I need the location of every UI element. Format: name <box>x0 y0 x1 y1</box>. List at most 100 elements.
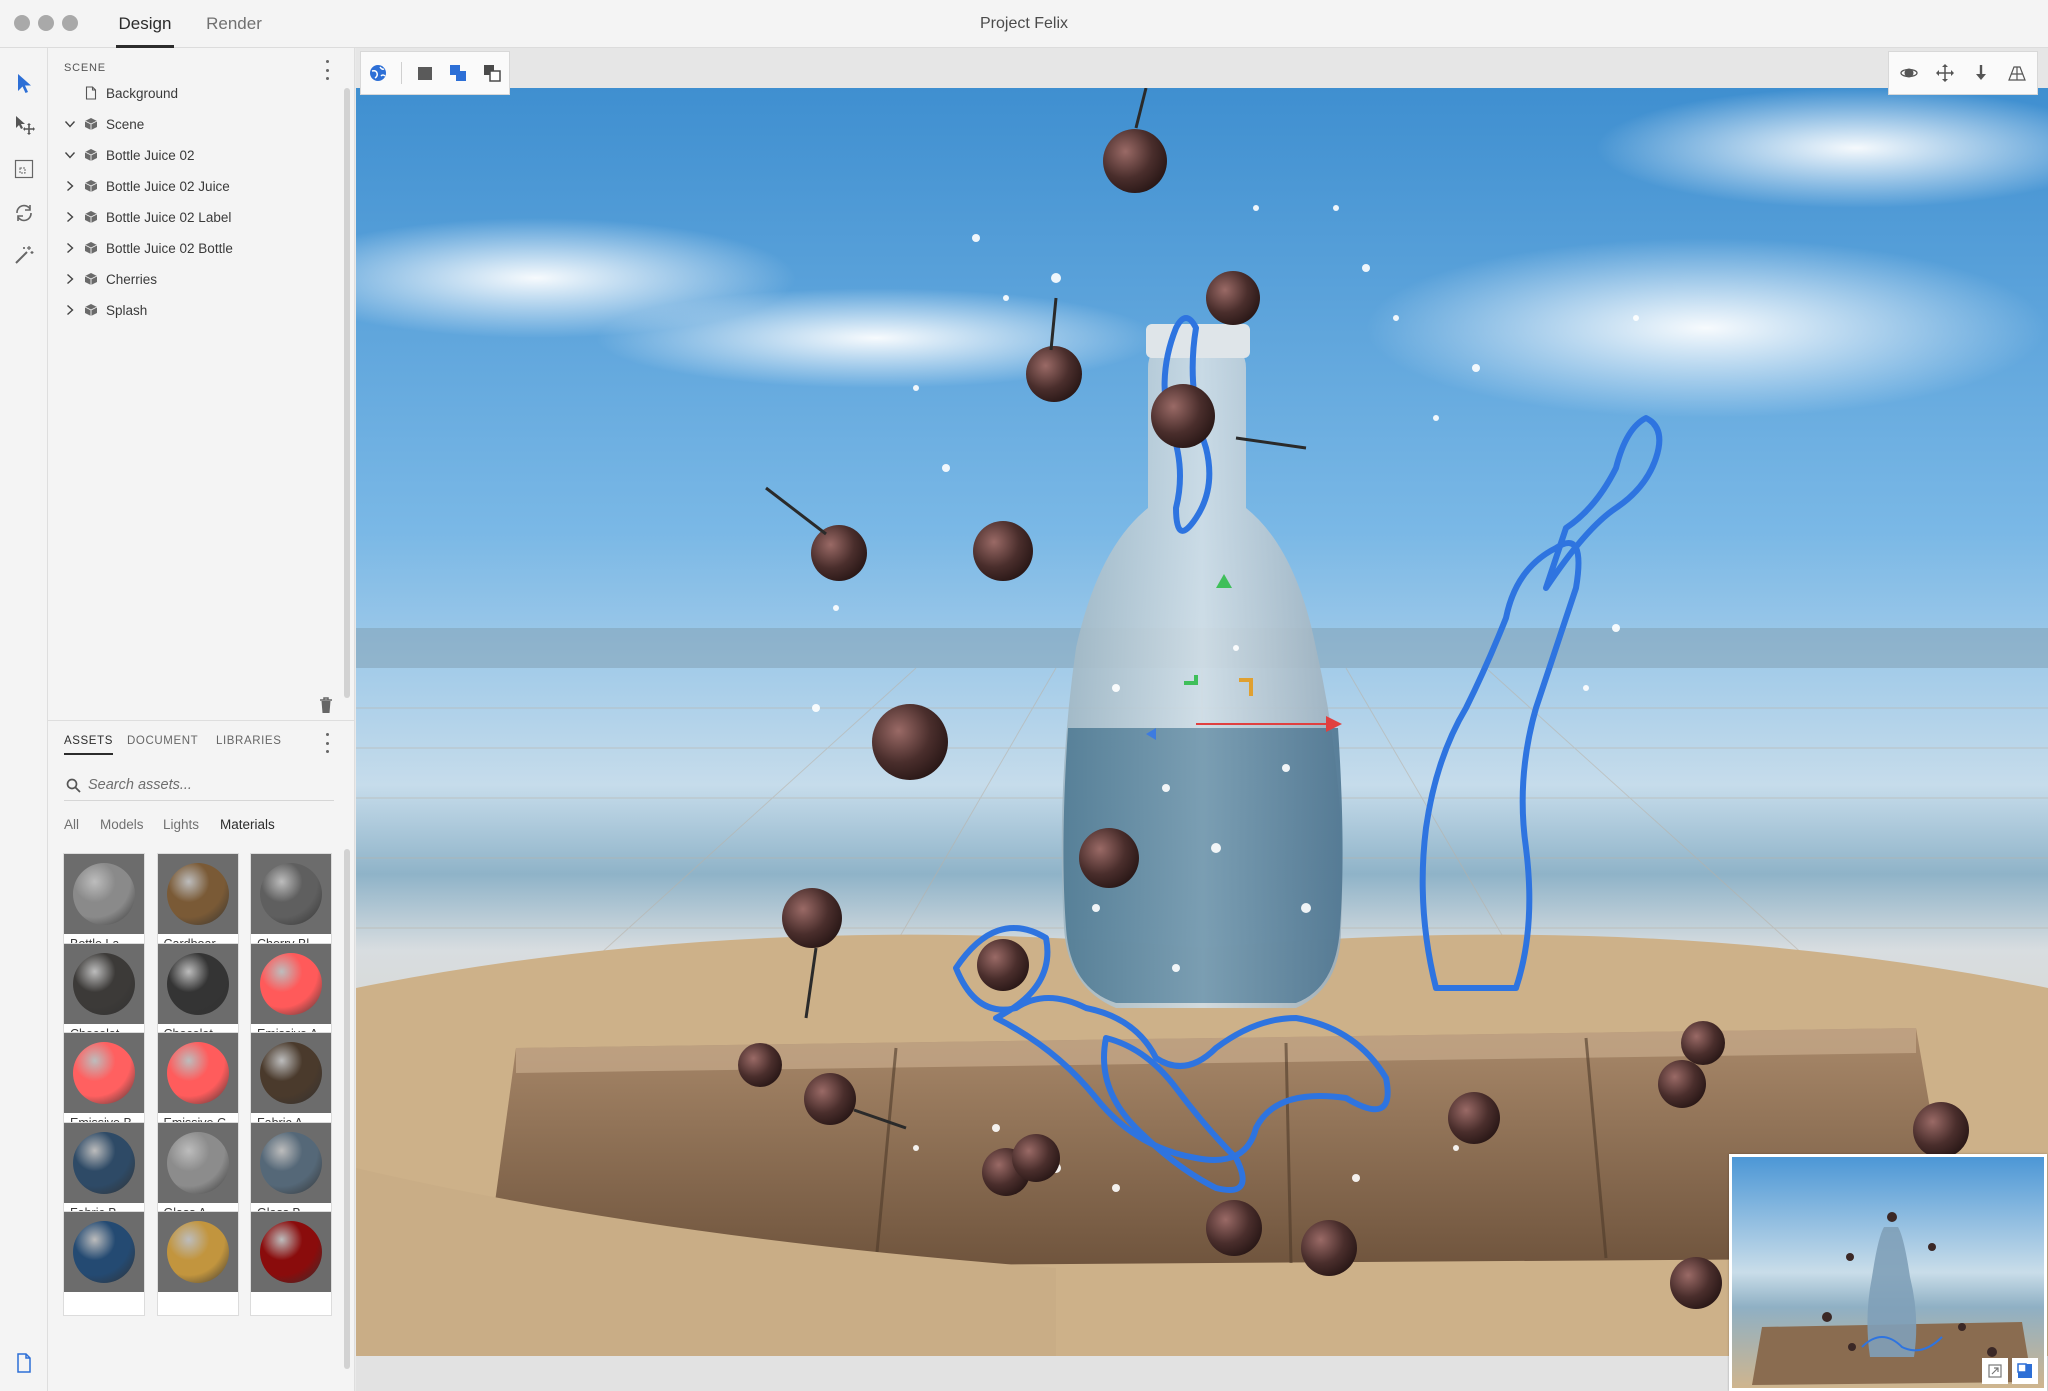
document-button[interactable] <box>9 1348 39 1378</box>
scene-item-label: Splash <box>106 302 148 318</box>
scene-item[interactable]: Scene <box>48 109 338 139</box>
scene-item[interactable]: Bottle Juice 02 Juice <box>48 171 338 201</box>
material-sphere <box>73 1221 135 1283</box>
material-swatch[interactable] <box>63 1211 145 1316</box>
scene-item-label: Bottle Juice 02 Juice <box>106 178 230 194</box>
scene-item-label: Background <box>106 85 179 101</box>
material-thumbnail <box>251 854 331 934</box>
material-sphere <box>166 952 229 1015</box>
search-icon <box>66 778 81 793</box>
material-swatch[interactable] <box>156 1211 239 1316</box>
minimap-toggle-button[interactable] <box>2012 1358 2038 1384</box>
material-sphere <box>260 1131 322 1194</box>
material-sphere <box>260 1221 322 1283</box>
chevron-right-icon[interactable] <box>64 211 76 223</box>
material-thumbnail <box>64 943 144 1024</box>
scene-item[interactable]: Splash <box>48 295 338 325</box>
material-thumbnail <box>64 1122 144 1203</box>
material-sphere <box>166 863 229 925</box>
expand-icon <box>1988 1364 2002 1378</box>
scene-item[interactable]: Bottle Juice 02 Label <box>48 202 338 232</box>
title-bar: Design Render Project Felix <box>0 0 2048 48</box>
tab-libraries[interactable]: LIBRARIES <box>216 735 281 753</box>
material-thumbnail <box>251 1212 331 1292</box>
scene-item[interactable]: Background <box>48 78 338 108</box>
minimap-expand-button[interactable] <box>1982 1358 2008 1384</box>
material-thumbnail <box>251 1033 331 1113</box>
subtract-view-button[interactable] <box>475 55 509 91</box>
filter-all[interactable]: All <box>64 817 79 832</box>
scene-item-label: Bottle Juice 02 Bottle <box>106 240 233 256</box>
cube-icon <box>84 272 98 286</box>
view-mode-toolbar <box>360 51 510 95</box>
magic-wand-icon <box>15 246 34 264</box>
cube-icon <box>84 303 98 317</box>
cube-icon <box>84 148 98 162</box>
solid-square-icon <box>417 67 432 80</box>
orbit-icon <box>16 204 32 222</box>
tab-document[interactable]: DOCUMENT <box>127 735 198 753</box>
chevron-right-icon[interactable] <box>64 273 76 285</box>
minimap-preview <box>1732 1157 2044 1388</box>
filter-models[interactable]: Models <box>100 817 144 832</box>
overlap-view-button[interactable] <box>441 55 475 91</box>
delete-button[interactable] <box>318 696 334 714</box>
cube-icon <box>84 210 98 224</box>
material-sphere <box>73 1131 135 1194</box>
scene-item-label: Scene <box>106 116 145 132</box>
toggle-view-icon <box>2017 1363 2032 1378</box>
assets-panel: ASSETS DOCUMENT LIBRARIES All Models Lig… <box>48 720 355 1391</box>
scene-item-label: Bottle Juice 02 <box>106 147 195 163</box>
marquee-tool-button[interactable] <box>9 154 39 184</box>
orbit-camera-button[interactable] <box>1891 55 1927 91</box>
drop-to-ground-icon <box>1976 65 1986 80</box>
scene-item-label: Bottle Juice 02 Label <box>106 209 232 225</box>
assets-scrollbar[interactable] <box>344 849 350 1369</box>
scene-item-label: Cherries <box>106 271 158 287</box>
scene-menu-button[interactable] <box>324 60 330 80</box>
camera-toolbar <box>1888 51 2038 95</box>
magic-wand-tool-button[interactable] <box>9 240 39 270</box>
minimap[interactable] <box>1729 1154 2047 1391</box>
material-thumbnail <box>64 1033 144 1113</box>
viewport[interactable] <box>356 48 2048 1391</box>
select-tool-button[interactable] <box>9 68 39 98</box>
cube-icon <box>84 241 98 255</box>
material-thumbnail <box>157 943 238 1024</box>
solid-view-button[interactable] <box>408 55 442 91</box>
select-arrow-icon <box>18 74 31 93</box>
perspective-button[interactable] <box>1999 55 2035 91</box>
orbit-tool-button[interactable] <box>9 198 39 228</box>
chevron-down-icon[interactable] <box>64 149 76 161</box>
tool-rail <box>0 48 48 1391</box>
cube-icon <box>84 117 98 131</box>
chevron-right-icon[interactable] <box>64 242 76 254</box>
perspective-icon <box>2008 66 2026 81</box>
material-thumbnail <box>157 854 238 934</box>
scene-scrollbar[interactable] <box>344 88 350 698</box>
environment-button[interactable] <box>361 55 395 91</box>
drop-to-ground-button[interactable] <box>1963 55 1999 91</box>
scene-item[interactable]: Bottle Juice 02 Bottle <box>48 233 338 263</box>
material-sphere <box>260 1042 322 1104</box>
app-title: Project Felix <box>979 15 1069 32</box>
material-swatch[interactable] <box>250 1211 332 1316</box>
material-sphere <box>73 863 135 925</box>
assets-menu-button[interactable] <box>324 733 330 753</box>
chevron-down-icon[interactable] <box>64 118 76 130</box>
pan-camera-button[interactable] <box>1927 55 1963 91</box>
chevron-right-icon[interactable] <box>64 180 76 192</box>
material-thumbnail <box>64 1212 144 1292</box>
toolbar-divider <box>400 62 402 84</box>
tab-assets[interactable]: ASSETS <box>64 735 113 755</box>
chevron-right-icon[interactable] <box>64 304 76 316</box>
scene-item[interactable]: Bottle Juice 02 <box>48 140 338 170</box>
scene-item[interactable]: Cherries <box>48 264 338 294</box>
material-sphere <box>73 1042 135 1104</box>
filter-lights[interactable]: Lights <box>163 817 199 832</box>
material-thumbnail <box>251 1122 331 1203</box>
search-input[interactable] <box>88 773 318 797</box>
move-select-tool-button[interactable] <box>9 110 39 140</box>
filter-materials[interactable]: Materials <box>220 817 275 832</box>
material-thumbnail <box>64 854 144 934</box>
